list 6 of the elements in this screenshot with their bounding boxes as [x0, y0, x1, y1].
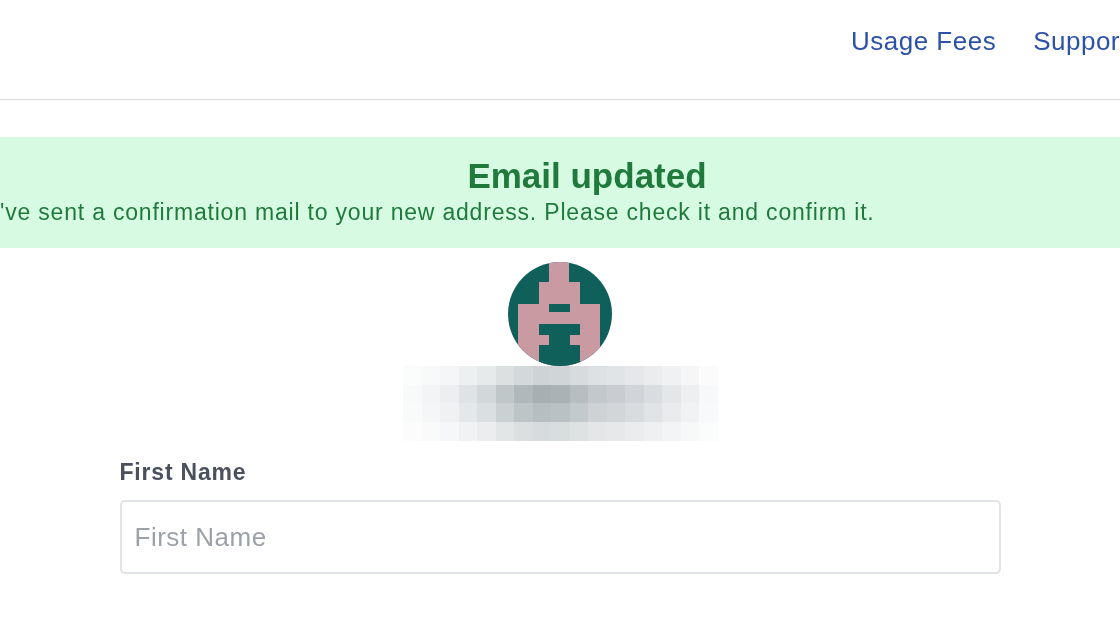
field-label: First Name — [119, 458, 247, 487]
nav-link[interactable]: Suppor — [1033, 25, 1120, 57]
banner-message: 've sent a confirmation mail to your new address. Please check it and confirm it. — [0, 198, 875, 227]
banner-title: Email updated — [466, 155, 707, 197]
input-field[interactable]: First Name — [119, 500, 1001, 574]
nav-link[interactable]: Usage Fees — [850, 25, 997, 57]
